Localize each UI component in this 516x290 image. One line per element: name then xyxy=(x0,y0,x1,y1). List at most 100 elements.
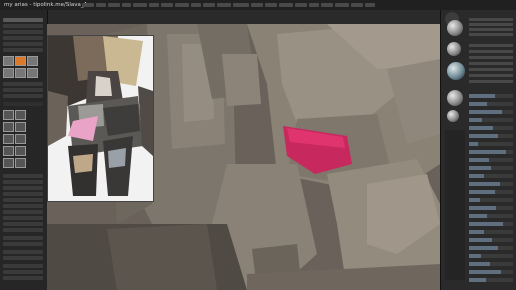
menu-item[interactable] xyxy=(251,3,263,7)
panel-button[interactable] xyxy=(3,36,43,40)
material-sphere-icon[interactable] xyxy=(447,20,463,36)
slider[interactable] xyxy=(469,118,513,122)
menu-item[interactable] xyxy=(309,3,319,7)
slider[interactable] xyxy=(469,246,513,250)
slider[interactable] xyxy=(469,134,513,138)
menu-item[interactable] xyxy=(175,3,189,7)
subtool-thumbnail[interactable] xyxy=(3,146,14,156)
panel-button[interactable] xyxy=(3,210,43,214)
slider[interactable] xyxy=(469,238,513,242)
slider[interactable] xyxy=(469,102,513,106)
panel-button[interactable] xyxy=(3,242,43,246)
slider[interactable] xyxy=(469,174,513,178)
menu-item[interactable] xyxy=(203,3,215,7)
subtool-thumbnail[interactable] xyxy=(3,110,14,120)
subtool-thumbnail[interactable] xyxy=(15,146,26,156)
panel-button[interactable] xyxy=(3,94,43,98)
panel-button[interactable] xyxy=(3,88,43,92)
panel-button[interactable] xyxy=(3,222,43,226)
panel-button[interactable] xyxy=(3,264,43,268)
panel-button[interactable] xyxy=(3,198,43,202)
panel-button[interactable] xyxy=(3,82,43,86)
menu-item[interactable] xyxy=(191,3,201,7)
panel-button[interactable] xyxy=(3,48,43,52)
menu-item[interactable] xyxy=(351,3,363,7)
subtool-thumbnail[interactable] xyxy=(3,134,14,144)
menu-item[interactable] xyxy=(108,3,120,7)
panel-button[interactable] xyxy=(3,24,43,28)
menu-item[interactable] xyxy=(295,3,307,7)
subtool-list[interactable] xyxy=(3,102,43,106)
slider[interactable] xyxy=(469,190,513,194)
slider[interactable] xyxy=(469,110,513,114)
tool-thumbnail[interactable] xyxy=(3,68,14,78)
slider[interactable] xyxy=(469,198,513,202)
panel-button[interactable] xyxy=(3,256,43,260)
panel-button[interactable] xyxy=(3,186,43,190)
menu-item[interactable] xyxy=(335,3,349,7)
subtool-thumbnail[interactable] xyxy=(15,110,26,120)
subtool-thumbnail[interactable] xyxy=(15,134,26,144)
panel-row[interactable] xyxy=(469,28,513,31)
menu-item[interactable] xyxy=(365,3,375,7)
menu-item[interactable] xyxy=(265,3,277,7)
panel-button[interactable] xyxy=(3,276,43,280)
menu-item[interactable] xyxy=(233,3,249,7)
slider[interactable] xyxy=(469,182,513,186)
panel-button[interactable] xyxy=(3,228,43,232)
slider[interactable] xyxy=(469,206,513,210)
slider[interactable] xyxy=(469,142,513,146)
panel-button[interactable] xyxy=(3,18,43,22)
slider[interactable] xyxy=(469,230,513,234)
slider[interactable] xyxy=(469,158,513,162)
panel-button[interactable] xyxy=(3,216,43,220)
tool-thumbnail[interactable] xyxy=(15,56,26,66)
panel-button[interactable] xyxy=(3,250,43,254)
panel-row[interactable] xyxy=(469,23,513,26)
panel-row[interactable] xyxy=(469,56,513,59)
panel-row[interactable] xyxy=(469,18,513,21)
slider[interactable] xyxy=(469,270,513,274)
menu-item[interactable] xyxy=(321,3,333,7)
panel-row[interactable] xyxy=(469,80,513,83)
menu-item[interactable] xyxy=(96,3,106,7)
slider[interactable] xyxy=(469,222,513,226)
menu-item[interactable] xyxy=(161,3,173,7)
panel-button[interactable] xyxy=(3,30,43,34)
subtool-thumbnail[interactable] xyxy=(3,158,14,168)
subtool-thumbnail[interactable] xyxy=(15,158,26,168)
panel-button[interactable] xyxy=(3,204,43,208)
panel-row[interactable] xyxy=(469,44,513,47)
slider[interactable] xyxy=(469,150,513,154)
slider[interactable] xyxy=(469,262,513,266)
light-sphere-icon[interactable] xyxy=(447,110,459,122)
menu-item[interactable] xyxy=(279,3,293,7)
slider[interactable] xyxy=(469,214,513,218)
panel-row[interactable] xyxy=(469,68,513,71)
menu-item[interactable] xyxy=(217,3,231,7)
panel-button[interactable] xyxy=(3,180,43,184)
brush-sphere-icon[interactable] xyxy=(447,42,461,56)
subtool-thumbnail[interactable] xyxy=(15,122,26,132)
texture-sphere-icon[interactable] xyxy=(447,90,463,106)
subtool-thumbnail[interactable] xyxy=(3,122,14,132)
slider[interactable] xyxy=(469,278,513,282)
tool-thumbnail[interactable] xyxy=(3,56,14,66)
slider[interactable] xyxy=(469,254,513,258)
panel-row[interactable] xyxy=(469,74,513,77)
menu-item[interactable] xyxy=(82,3,94,7)
tool-thumbnail[interactable] xyxy=(27,68,38,78)
panel-button[interactable] xyxy=(3,174,43,178)
tool-thumbnail[interactable] xyxy=(27,56,38,66)
tool-thumbnail[interactable] xyxy=(15,68,26,78)
menu-item[interactable] xyxy=(149,3,159,7)
menu-item[interactable] xyxy=(122,3,131,7)
slider[interactable] xyxy=(469,166,513,170)
panel-button[interactable] xyxy=(3,42,43,46)
panel-row[interactable] xyxy=(469,62,513,65)
slider[interactable] xyxy=(469,94,513,98)
panel-button[interactable] xyxy=(3,236,43,240)
panel-button[interactable] xyxy=(3,192,43,196)
panel-row[interactable] xyxy=(469,50,513,53)
slider[interactable] xyxy=(469,126,513,130)
